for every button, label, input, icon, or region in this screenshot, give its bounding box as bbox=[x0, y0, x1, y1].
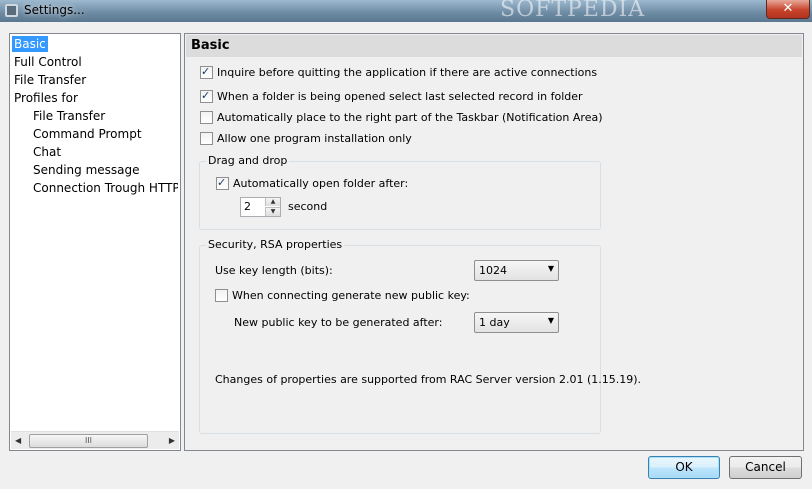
basic-settings-panel: Basic Inquire before quitting the applic… bbox=[184, 33, 804, 451]
checkbox-generate-public-key[interactable] bbox=[215, 288, 228, 302]
key-length-select[interactable]: 1024 ▼ bbox=[474, 260, 559, 281]
spin-up-arrow-icon[interactable]: ▲ bbox=[265, 198, 280, 206]
cancel-button[interactable]: Cancel bbox=[729, 456, 802, 479]
option-generate-public-key[interactable]: When connecting generate new public key: bbox=[215, 288, 470, 304]
option-single-installation[interactable]: Allow one program installation only bbox=[200, 131, 412, 147]
key-interval-select[interactable]: 1 day ▼ bbox=[474, 312, 559, 333]
tree-item-connection-http[interactable]: Connection Trough HTTP bbox=[31, 180, 178, 196]
panel-title: Basic bbox=[191, 38, 230, 53]
scroll-right-arrow-icon[interactable]: ▶ bbox=[169, 436, 175, 445]
tree-item-full-control[interactable]: Full Control bbox=[12, 54, 84, 70]
key-length-value: 1024 bbox=[479, 264, 507, 277]
checkbox-taskbar-placement[interactable] bbox=[200, 110, 213, 124]
tree-horizontal-scrollbar[interactable]: ◀ III ▶ bbox=[11, 431, 179, 449]
key-interval-label: New public key to be generated after: bbox=[234, 316, 443, 329]
option-inquire-before-quit[interactable]: Inquire before quitting the application … bbox=[200, 64, 598, 81]
option-select-last-record[interactable]: When a folder is being opened select las… bbox=[200, 88, 583, 105]
settings-tree: Basic Full Control File Transfer Profile… bbox=[9, 33, 181, 451]
drag-drop-group-title: Drag and drop bbox=[206, 154, 290, 167]
title-bar[interactable]: Settings... SOFTPEDIA ✕ bbox=[0, 0, 812, 22]
tree-item-command-prompt[interactable]: Command Prompt bbox=[31, 126, 144, 142]
dialog-body: Basic Full Control File Transfer Profile… bbox=[6, 30, 806, 483]
close-button[interactable]: ✕ bbox=[766, 0, 810, 19]
scroll-left-arrow-icon[interactable]: ◀ bbox=[15, 436, 21, 445]
auto-open-label: Automatically open folder after: bbox=[233, 177, 409, 190]
option-label: Allow one program installation only bbox=[217, 132, 412, 145]
checkbox-inquire-before-quit[interactable] bbox=[200, 64, 213, 80]
checkbox-single-installation[interactable] bbox=[200, 131, 213, 145]
tree-item-basic[interactable]: Basic bbox=[12, 36, 48, 52]
ok-button[interactable]: OK bbox=[648, 456, 720, 479]
chevron-down-icon: ▼ bbox=[547, 264, 554, 273]
checkbox-auto-open-folder[interactable] bbox=[216, 175, 229, 191]
security-group: Security, RSA properties Use key length … bbox=[199, 238, 641, 434]
option-label: Inquire before quitting the application … bbox=[217, 66, 598, 79]
delay-value: 2 bbox=[244, 200, 251, 213]
panel-header: Basic bbox=[186, 35, 802, 57]
tree-item-profiles-for[interactable]: Profiles for bbox=[12, 90, 80, 106]
softpedia-watermark: SOFTPEDIA bbox=[500, 0, 646, 22]
option-auto-open-folder[interactable]: Automatically open folder after: bbox=[216, 175, 409, 192]
option-label: When a folder is being opened select las… bbox=[217, 90, 583, 103]
option-label: Automatically place to the right part of… bbox=[217, 111, 603, 124]
scroll-thumb[interactable]: III bbox=[29, 434, 148, 448]
tree-item-chat[interactable]: Chat bbox=[31, 144, 63, 160]
key-length-label: Use key length (bits): bbox=[215, 264, 333, 277]
security-group-title: Security, RSA properties bbox=[206, 238, 345, 251]
settings-window: Settings... SOFTPEDIA ✕ Basic Full Contr… bbox=[0, 0, 812, 489]
checkbox-select-last-record[interactable] bbox=[200, 88, 213, 104]
compatibility-note: Changes of properties are supported from… bbox=[215, 373, 642, 386]
delay-spinner[interactable]: 2 ▲ ▼ bbox=[240, 197, 281, 217]
key-interval-value: 1 day bbox=[479, 316, 510, 329]
spin-down-arrow-icon[interactable]: ▼ bbox=[265, 207, 280, 216]
tree-item-file-transfer[interactable]: File Transfer bbox=[12, 72, 88, 88]
window-title: Settings... bbox=[24, 3, 85, 17]
tree-item-sending-message[interactable]: Sending message bbox=[31, 162, 142, 178]
generate-key-label: When connecting generate new public key: bbox=[232, 289, 470, 302]
app-icon bbox=[5, 4, 18, 17]
drag-drop-group: Drag and drop Automatically open folder … bbox=[199, 154, 601, 230]
tree-item-profile-file-transfer[interactable]: File Transfer bbox=[31, 108, 107, 124]
chevron-down-icon: ▼ bbox=[547, 316, 554, 325]
option-taskbar-placement[interactable]: Automatically place to the right part of… bbox=[200, 110, 603, 126]
delay-unit-label: second bbox=[288, 200, 328, 213]
